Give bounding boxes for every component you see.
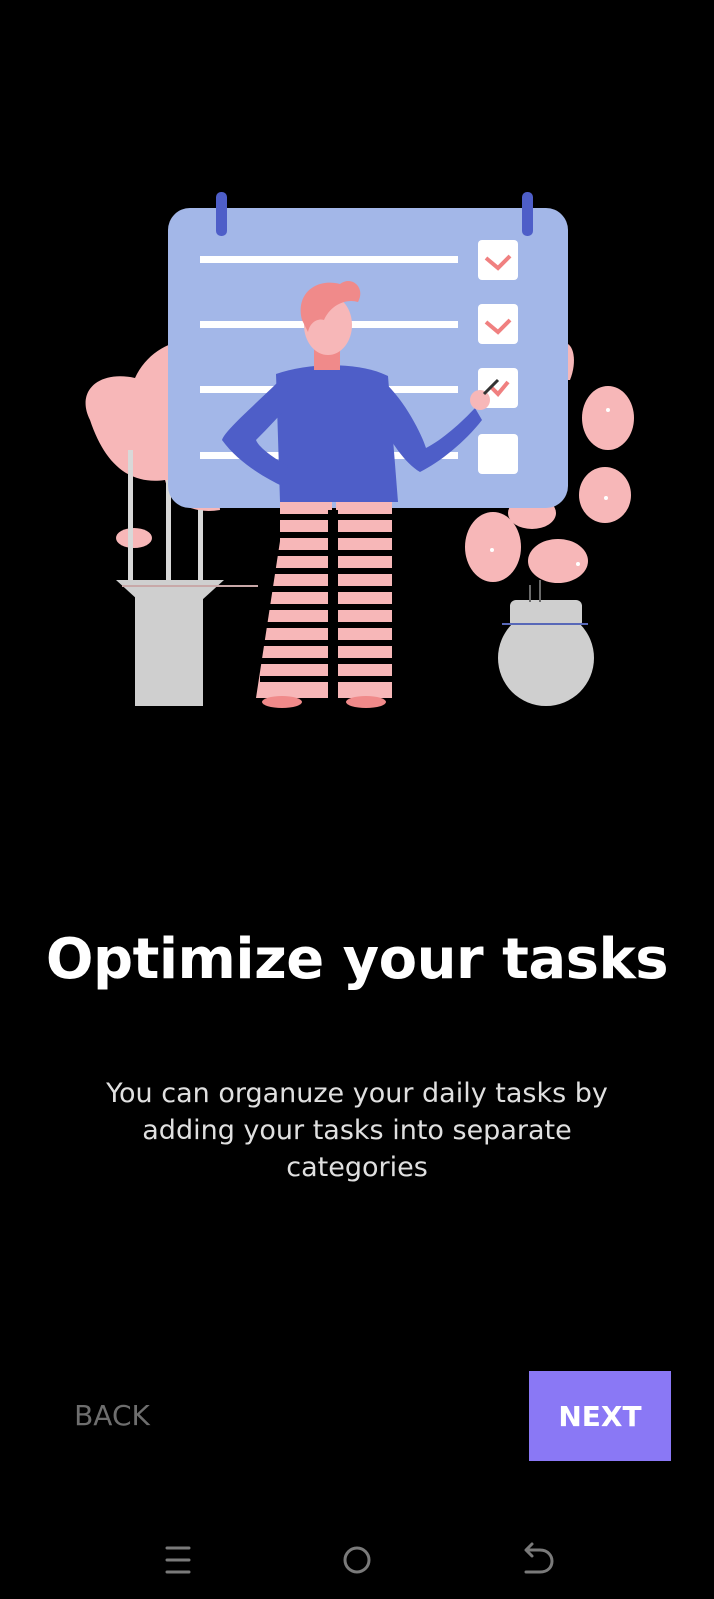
back-icon[interactable] (506, 1530, 566, 1590)
onboarding-title: Optimize your tasks (45, 927, 669, 992)
onboarding-description: You can organuze your daily tasks by add… (106, 1078, 608, 1183)
right-pot-shape (498, 580, 594, 706)
task-checklist-illustration (85, 192, 634, 708)
home-icon[interactable] (327, 1530, 387, 1590)
menu-icon[interactable] (148, 1530, 208, 1590)
left-planter-shape (116, 580, 258, 706)
system-navigation-bar (0, 1530, 714, 1590)
back-button[interactable]: BACK (57, 1380, 167, 1450)
next-button[interactable]: NEXT (529, 1371, 671, 1461)
